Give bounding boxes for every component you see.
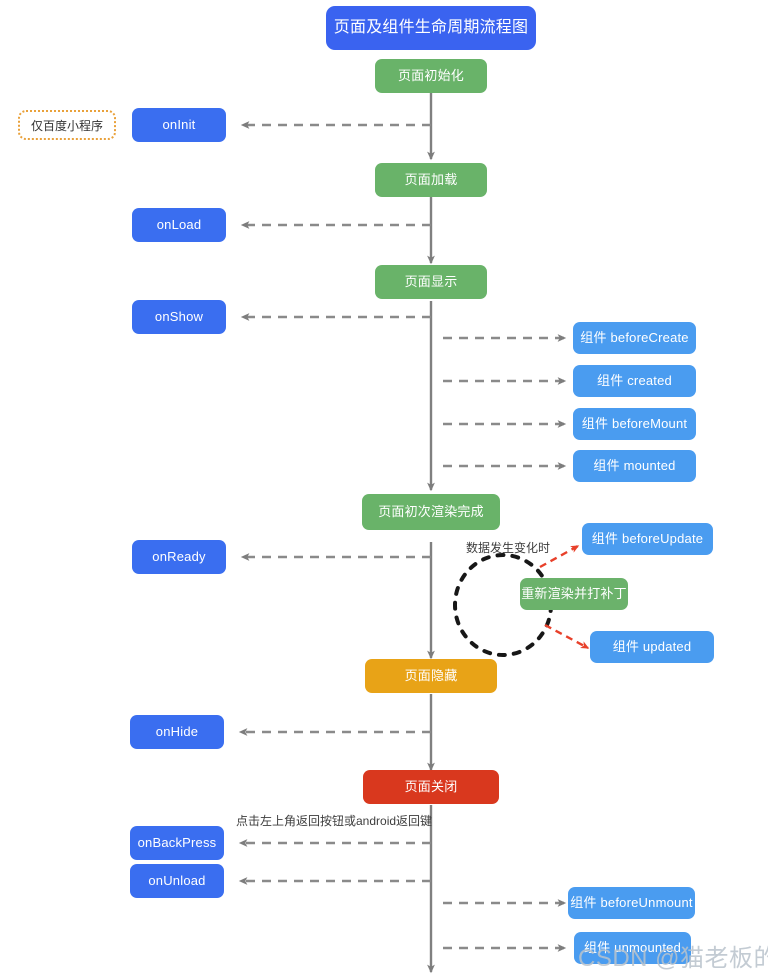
flow-node-page-show: 页面显示: [375, 265, 487, 299]
flow-node-page-init: 页面初始化: [375, 59, 487, 93]
flow-node-page-load: 页面加载: [375, 163, 487, 197]
connector-layer: [238, 93, 590, 974]
component-hook-beforeunmount: 组件 beforeUnmount: [568, 887, 695, 919]
badge-baidu-miniprogram-only: 仅百度小程序: [18, 110, 116, 140]
flow-node-page-first-render: 页面初次渲染完成: [362, 494, 500, 530]
component-hook-updated: 组件 updated: [590, 631, 714, 663]
page-hook-onbackpress: onBackPress: [130, 826, 224, 860]
component-hook-beforecreate: 组件 beforeCreate: [573, 322, 696, 354]
component-hook-beforemount: 组件 beforeMount: [573, 408, 696, 440]
page-hook-oninit: onInit: [132, 108, 226, 142]
update-trigger-label: 数据发生变化时: [466, 541, 551, 555]
flow-node-page-close: 页面关闭: [363, 770, 499, 804]
flow-node-page-hide: 页面隐藏: [365, 659, 497, 693]
rerender-patch-node: 重新渲染并打补丁: [520, 578, 628, 610]
component-hook-created: 组件 created: [573, 365, 696, 397]
diagram-title: 页面及组件生命周期流程图: [326, 6, 536, 50]
component-hook-beforeupdate: 组件 beforeUpdate: [582, 523, 713, 555]
page-hook-onload: onLoad: [132, 208, 226, 242]
component-hook-mounted: 组件 mounted: [573, 450, 696, 482]
page-hook-onready: onReady: [132, 540, 226, 574]
page-hook-onhide: onHide: [130, 715, 224, 749]
back-press-edge-label: 点击左上角返回按钮或android返回键: [236, 814, 433, 828]
page-hook-onshow: onShow: [132, 300, 226, 334]
csdn-watermark: CSDN @猫老板的豆: [578, 945, 768, 972]
page-hook-onunload: onUnload: [130, 864, 224, 898]
flowchart-canvas: 页面及组件生命周期流程图 页面初始化 页面加载 页面显示 页面初次渲染完成 页面…: [0, 0, 768, 977]
